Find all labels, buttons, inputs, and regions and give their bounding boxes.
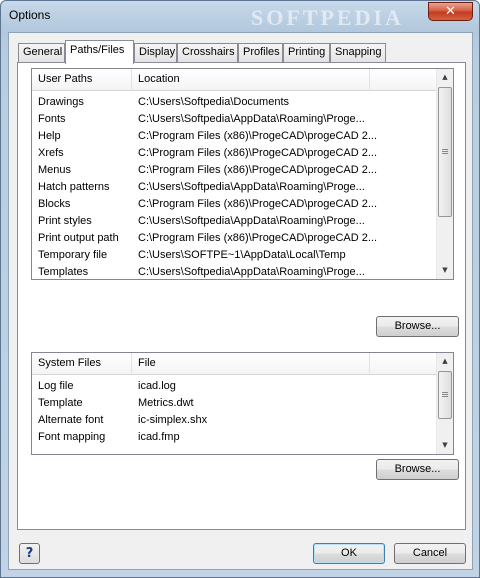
dialog-client-area: General Paths/Files Display Crosshairs P… bbox=[8, 32, 473, 570]
tab-display[interactable]: Display bbox=[134, 43, 177, 62]
system-file-row-font-mapping[interactable]: Font mapping icad.fmp bbox=[32, 429, 452, 446]
system-file-row-template[interactable]: Template Metrics.dwt bbox=[32, 395, 452, 412]
user-path-row-drawings[interactable]: Drawings C:\Users\Softpedia\Documents bbox=[32, 94, 452, 111]
tab-paths-files[interactable]: Paths/Files bbox=[65, 40, 134, 64]
tab-printing[interactable]: Printing bbox=[283, 43, 330, 62]
user-path-row-menus[interactable]: Menus C:\Program Files (x86)\ProgeCAD\pr… bbox=[32, 162, 452, 179]
close-icon: ✕ bbox=[445, 4, 456, 19]
user-paths-list[interactable]: User Paths Location Drawings C:\Users\So… bbox=[31, 68, 454, 280]
column-header-file[interactable]: File bbox=[132, 353, 370, 375]
tab-profiles[interactable]: Profiles bbox=[238, 43, 283, 62]
user-path-row-xrefs[interactable]: Xrefs C:\Program Files (x86)\ProgeCAD\pr… bbox=[32, 145, 452, 162]
window-title: Options bbox=[9, 8, 51, 22]
user-path-row-print-styles[interactable]: Print styles C:\Users\Softpedia\AppData\… bbox=[32, 213, 452, 230]
cancel-button[interactable]: Cancel bbox=[394, 543, 466, 564]
user-path-row-temporary-file[interactable]: Temporary file C:\Users\SOFTPE~1\AppData… bbox=[32, 247, 452, 264]
user-paths-header: User Paths Location bbox=[32, 69, 453, 91]
system-files-scroll-thumb[interactable] bbox=[438, 371, 452, 419]
ok-button[interactable]: OK bbox=[313, 543, 385, 564]
user-path-row-hatch-patterns[interactable]: Hatch patterns C:\Users\Softpedia\AppDat… bbox=[32, 179, 452, 196]
user-path-row-blocks[interactable]: Blocks C:\Program Files (x86)\ProgeCAD\p… bbox=[32, 196, 452, 213]
grip-icon bbox=[442, 149, 448, 154]
tab-snapping[interactable]: Snapping bbox=[330, 43, 386, 62]
scroll-down-arrow-icon[interactable]: ▼ bbox=[437, 262, 453, 279]
scroll-up-arrow-icon[interactable]: ▲ bbox=[437, 69, 453, 86]
tab-general[interactable]: General bbox=[18, 43, 65, 62]
browse-user-path-button[interactable]: Browse... bbox=[376, 316, 459, 337]
system-files-scrollbar[interactable]: ▲ ▼ bbox=[436, 353, 453, 454]
watermark: SOFTPEDIA bbox=[251, 5, 404, 30]
user-paths-scrollbar[interactable]: ▲ ▼ bbox=[436, 69, 453, 279]
title-bar[interactable]: Options SOFTPEDIA ✕ bbox=[1, 1, 479, 31]
close-button[interactable]: ✕ bbox=[428, 2, 473, 21]
paths-files-panel: User Paths Location Drawings C:\Users\So… bbox=[17, 62, 466, 530]
help-button[interactable]: ? bbox=[19, 543, 40, 564]
options-window: Options SOFTPEDIA ✕ General Paths/Files … bbox=[0, 0, 480, 578]
scroll-down-arrow-icon[interactable]: ▼ bbox=[437, 437, 453, 454]
column-header-user-paths[interactable]: User Paths bbox=[32, 69, 132, 91]
user-paths-scroll-thumb[interactable] bbox=[438, 87, 452, 217]
user-path-row-print-output-path[interactable]: Print output path C:\Program Files (x86)… bbox=[32, 230, 452, 247]
user-path-row-templates[interactable]: Templates C:\Users\Softpedia\AppData\Roa… bbox=[32, 264, 452, 279]
grip-icon bbox=[442, 392, 448, 397]
user-path-row-fonts[interactable]: Fonts C:\Users\Softpedia\AppData\Roaming… bbox=[32, 111, 452, 128]
help-icon: ? bbox=[25, 546, 34, 561]
browse-system-file-button[interactable]: Browse... bbox=[376, 459, 459, 480]
column-header-system-files[interactable]: System Files bbox=[32, 353, 132, 375]
scroll-up-arrow-icon[interactable]: ▲ bbox=[437, 353, 453, 370]
column-header-location[interactable]: Location bbox=[132, 69, 370, 91]
tab-crosshairs[interactable]: Crosshairs bbox=[177, 43, 238, 62]
user-path-row-help[interactable]: Help C:\Program Files (x86)\ProgeCAD\pro… bbox=[32, 128, 452, 145]
system-files-list[interactable]: System Files File Log file icad.log Temp… bbox=[31, 352, 454, 455]
system-files-header: System Files File bbox=[32, 353, 453, 375]
system-file-row-log-file[interactable]: Log file icad.log bbox=[32, 378, 452, 395]
system-file-row-alternate-font[interactable]: Alternate font ic-simplex.shx bbox=[32, 412, 452, 429]
